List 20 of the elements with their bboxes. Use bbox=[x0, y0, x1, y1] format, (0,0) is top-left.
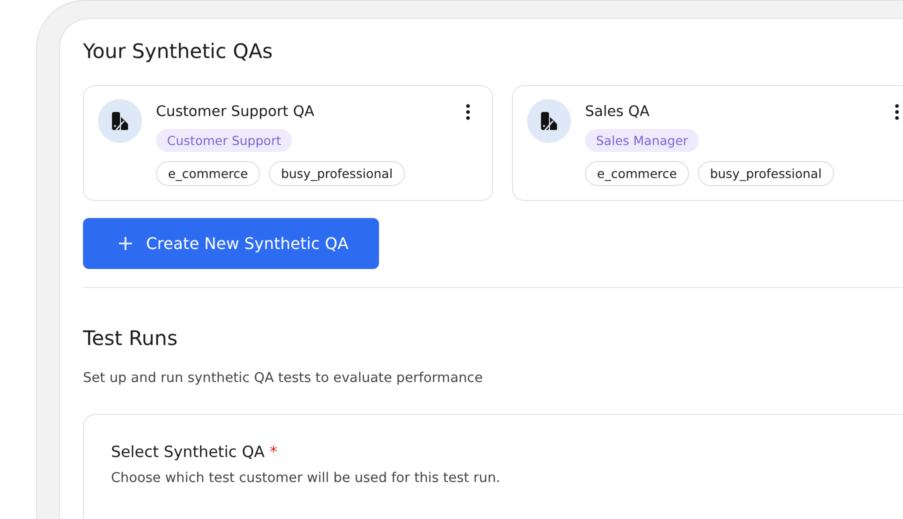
tag: busy_professional bbox=[698, 161, 834, 186]
role-tag: Customer Support bbox=[156, 129, 292, 152]
section-title: Your Synthetic QAs bbox=[83, 39, 274, 63]
tag: e_commerce bbox=[585, 161, 689, 186]
field-label: Select Synthetic QA * bbox=[111, 443, 278, 461]
qa-name: Sales QA bbox=[585, 104, 651, 120]
tag: e_commerce bbox=[156, 161, 260, 186]
section-description: Set up and run synthetic QA tests to evaluate performance bbox=[83, 370, 484, 386]
tag: busy_professional bbox=[268, 161, 405, 186]
qa-name: Customer Support QA bbox=[156, 104, 316, 120]
create-button[interactable]: Create New Synthetic QA bbox=[83, 218, 380, 269]
more-icon[interactable] bbox=[895, 104, 899, 120]
field-help: Choose which test customer will be used for this test run. bbox=[111, 470, 502, 486]
section-title: Test Runs bbox=[83, 326, 179, 350]
required-mark: * bbox=[270, 443, 278, 461]
plus-icon bbox=[119, 237, 132, 250]
role-tag: Sales Manager bbox=[585, 129, 700, 152]
avatar-icon bbox=[98, 99, 142, 143]
avatar-icon bbox=[527, 99, 571, 143]
more-icon[interactable] bbox=[466, 104, 470, 120]
